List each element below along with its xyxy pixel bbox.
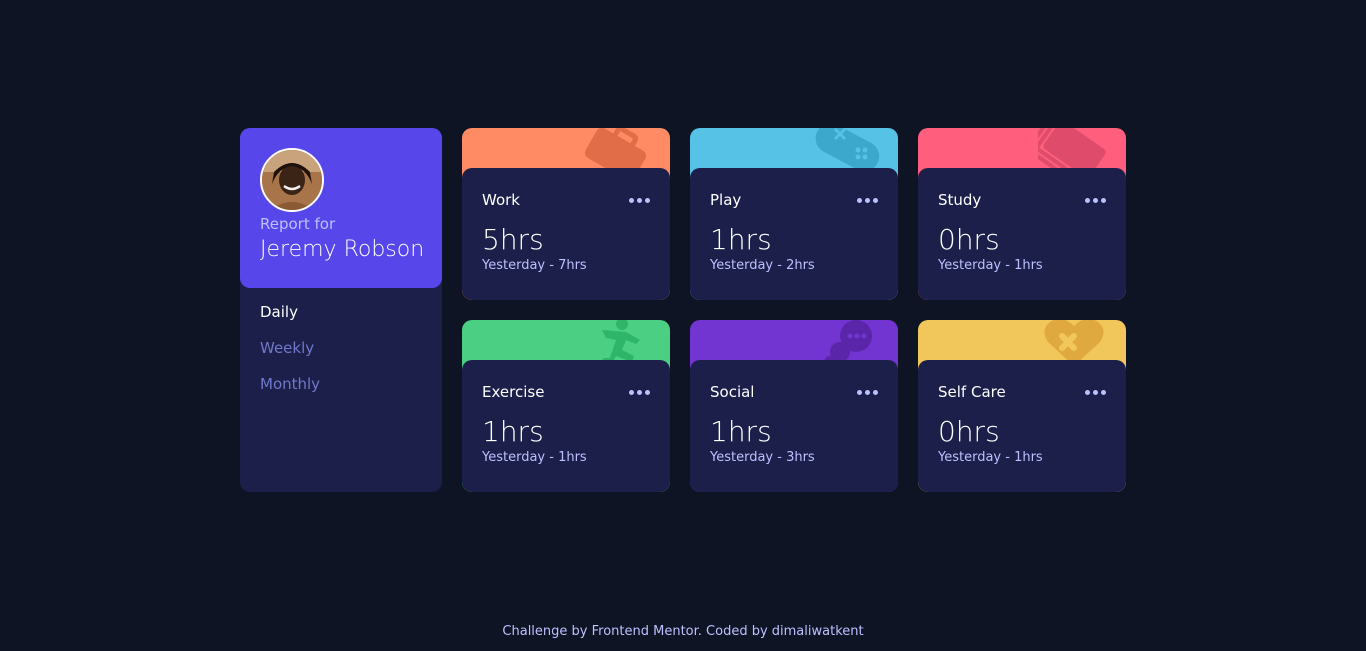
activity-card-social: Social 1hrs Yesterday - 3hrs — [690, 320, 898, 492]
current-hours: 1hrs — [482, 415, 544, 448]
card-body[interactable]: Study 0hrs Yesterday - 1hrs — [918, 168, 1126, 300]
activity-card-self-care: Self Care 0hrs Yesterday - 1hrs — [918, 320, 1126, 492]
current-hours: 1hrs — [710, 223, 772, 256]
card-body[interactable]: Work 5hrs Yesterday - 7hrs — [462, 168, 670, 300]
attribution-footer: Challenge by Frontend Mentor. Coded by d… — [502, 624, 864, 639]
card-body[interactable]: Exercise 1hrs Yesterday - 1hrs — [462, 360, 670, 492]
previous-hours: Yesterday - 3hrs — [710, 450, 815, 465]
options-icon[interactable] — [857, 194, 878, 207]
options-icon[interactable] — [857, 386, 878, 399]
period-weekly[interactable]: Weekly — [260, 338, 320, 374]
profile-header: Report for Jeremy Robson — [240, 128, 442, 288]
card-title: Study — [938, 191, 982, 209]
activity-card-work: Work 5hrs Yesterday - 7hrs — [462, 128, 670, 300]
avatar — [260, 148, 324, 212]
options-icon[interactable] — [629, 386, 650, 399]
previous-hours: Yesterday - 2hrs — [710, 258, 815, 273]
options-icon[interactable] — [629, 194, 650, 207]
activity-card-study: Study 0hrs Yesterday - 1hrs — [918, 128, 1126, 300]
card-body[interactable]: Self Care 0hrs Yesterday - 1hrs — [918, 360, 1126, 492]
current-hours: 0hrs — [938, 223, 1000, 256]
activity-card-play: Play 1hrs Yesterday - 2hrs — [690, 128, 898, 300]
report-for-label: Report for — [260, 215, 336, 233]
current-hours: 5hrs — [482, 223, 544, 256]
card-title: Social — [710, 383, 755, 401]
previous-hours: Yesterday - 1hrs — [938, 258, 1043, 273]
card-body[interactable]: Social 1hrs Yesterday - 3hrs — [690, 360, 898, 492]
activity-card-exercise: Exercise 1hrs Yesterday - 1hrs — [462, 320, 670, 492]
period-monthly[interactable]: Monthly — [260, 374, 320, 410]
options-icon[interactable] — [1085, 386, 1106, 399]
period-selector: Daily Weekly Monthly — [260, 302, 320, 410]
profile-card: Report for Jeremy Robson Daily Weekly Mo… — [240, 128, 442, 492]
user-name: Jeremy Robson — [260, 237, 425, 262]
card-body[interactable]: Play 1hrs Yesterday - 2hrs — [690, 168, 898, 300]
card-title: Play — [710, 191, 742, 209]
time-tracking-dashboard: Report for Jeremy Robson Daily Weekly Mo… — [240, 128, 1126, 492]
previous-hours: Yesterday - 7hrs — [482, 258, 587, 273]
previous-hours: Yesterday - 1hrs — [482, 450, 587, 465]
current-hours: 0hrs — [938, 415, 1000, 448]
card-title: Exercise — [482, 383, 545, 401]
card-title: Work — [482, 191, 520, 209]
avatar-image — [262, 150, 322, 210]
previous-hours: Yesterday - 1hrs — [938, 450, 1043, 465]
options-icon[interactable] — [1085, 194, 1106, 207]
card-title: Self Care — [938, 383, 1006, 401]
period-daily[interactable]: Daily — [260, 302, 320, 338]
current-hours: 1hrs — [710, 415, 772, 448]
